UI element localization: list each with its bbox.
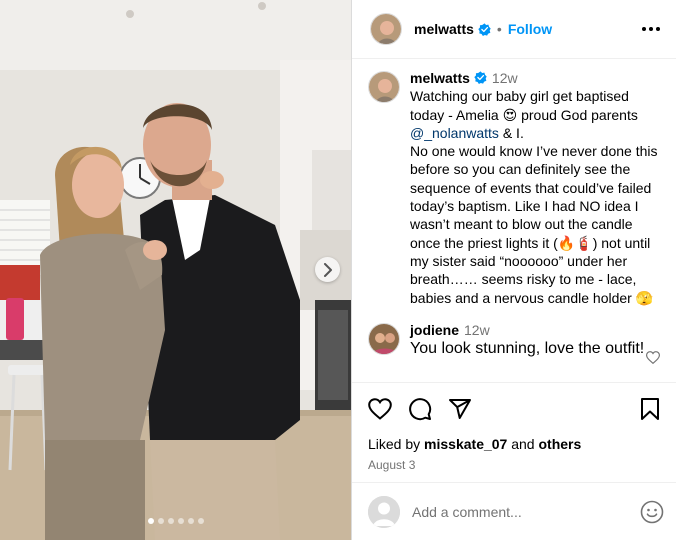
bookmark-icon[interactable]: [640, 397, 660, 421]
comment-row: jodiene 12w You look stunning, love the o…: [368, 321, 661, 364]
likes-summary: Liked by misskate_07 and others: [368, 436, 660, 452]
avatar-image: [369, 72, 399, 102]
post-date[interactable]: August 3: [368, 458, 660, 472]
liked-by-user[interactable]: misskate_07: [424, 436, 507, 452]
avatar-image: [369, 323, 399, 354]
caption-line1: Watching our baby girl get baptised toda…: [410, 88, 638, 123]
caption-body: melwatts 12w Watching our baby girl get b…: [410, 69, 660, 307]
avatar-image: [371, 14, 401, 44]
comment-like-heart-icon[interactable]: [645, 350, 661, 369]
comment-icon[interactable]: [408, 397, 432, 421]
follow-button[interactable]: Follow: [508, 21, 552, 37]
comment-body: jodiene 12w You look stunning, love the o…: [410, 321, 660, 359]
carousel-dot: [177, 518, 184, 524]
more-options-icon[interactable]: [638, 21, 664, 37]
verified-badge-icon: [474, 71, 487, 84]
carousel-dot: [167, 518, 174, 524]
add-comment-input[interactable]: [412, 503, 640, 520]
caption-paragraph: No one would know I’ve never done this b…: [410, 143, 662, 306]
post-actions: Liked by misskate_07 and others August 3: [352, 382, 676, 482]
photo-illustration: [0, 0, 351, 540]
likes-prefix: Liked by: [368, 436, 425, 452]
carousel-dot: [187, 518, 194, 524]
likes-middle: and: [507, 436, 539, 452]
post-header: melwatts • Follow: [352, 0, 676, 59]
comment-timestamp[interactable]: 12w: [464, 322, 490, 338]
author-avatar[interactable]: [370, 13, 402, 45]
caption-username[interactable]: melwatts: [410, 70, 470, 86]
carousel-dot: [197, 518, 204, 524]
caption-row: melwatts 12w Watching our baby girl get b…: [368, 69, 660, 307]
emoji-icon[interactable]: [640, 500, 664, 524]
post-sidebar: melwatts • Follow melwatts 12w Watching o…: [351, 0, 676, 540]
post-photo[interactable]: [0, 0, 351, 540]
carousel-dot: [157, 518, 164, 524]
carousel-dots: [0, 518, 351, 524]
comment-text: You look stunning, love the outfit!: [410, 340, 645, 358]
verified-badge-icon: [478, 22, 491, 36]
mention-link[interactable]: @_nolanwatts: [410, 125, 499, 141]
carousel-dot: [147, 518, 154, 524]
current-user-avatar: [368, 495, 400, 528]
separator-dot: •: [496, 21, 502, 37]
caption-line1-end: & I.: [498, 124, 524, 141]
add-comment-bar: [352, 482, 676, 540]
author-username[interactable]: melwatts: [414, 21, 474, 37]
likes-others-link[interactable]: others: [538, 436, 581, 452]
caption-avatar[interactable]: [368, 71, 400, 103]
chevron-right-icon: [323, 262, 332, 277]
caption-text: Watching our baby girl get baptised toda…: [410, 87, 660, 142]
carousel-next-button[interactable]: [315, 257, 340, 282]
default-avatar-icon: [368, 495, 400, 528]
caption-timestamp[interactable]: 12w: [492, 70, 518, 86]
commenter-avatar[interactable]: [368, 322, 400, 355]
comments-list[interactable]: melwatts 12w Watching our baby girl get b…: [352, 59, 676, 382]
heart-icon[interactable]: [368, 398, 392, 420]
share-icon[interactable]: [448, 397, 472, 421]
commenter-username[interactable]: jodiene: [410, 322, 459, 338]
